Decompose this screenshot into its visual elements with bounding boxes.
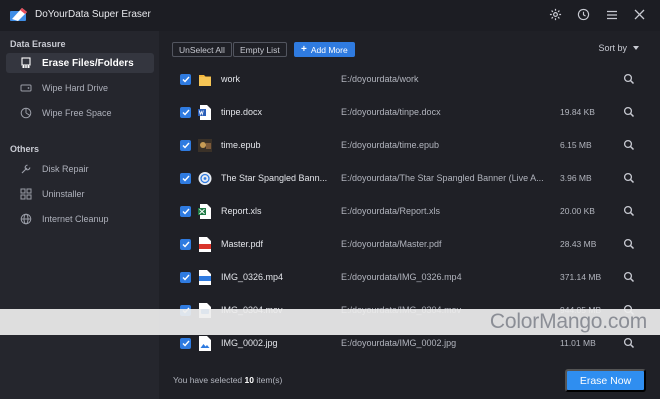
title-bar: DoYourData Super Eraser xyxy=(0,0,660,31)
selected-suffix: item(s) xyxy=(256,375,283,385)
file-path: E:/doyourdata/tinpe.docx xyxy=(341,107,441,117)
search-icon[interactable] xyxy=(623,172,635,184)
file-name: Master.pdf xyxy=(221,239,264,249)
file-path: E:/doyourdata/work xyxy=(341,74,419,84)
globe-icon xyxy=(20,213,32,225)
sidebar-item-wipe-hard-drive[interactable]: Wipe Hard Drive xyxy=(6,78,154,98)
eraser-icon xyxy=(20,57,32,69)
sidebar-item-disk-repair[interactable]: Disk Repair xyxy=(6,159,154,179)
file-row[interactable]: The Star Spangled Bann... E:/doyourdata/… xyxy=(170,163,656,196)
file-checkbox[interactable] xyxy=(180,173,191,184)
sidebar-heading-data-erasure: Data Erasure xyxy=(10,39,66,49)
file-name: IMG_0326.mp4 xyxy=(221,272,284,282)
file-name: tinpe.docx xyxy=(221,107,263,117)
watermark-banner: ColorMango.com xyxy=(0,309,660,335)
wrench-icon xyxy=(20,163,32,175)
file-name: IMG_0002.jpg xyxy=(221,338,278,348)
file-path: E:/doyourdata/IMG_0326.mp4 xyxy=(341,272,462,282)
sidebar-item-label: Uninstaller xyxy=(42,189,85,199)
app-window: DoYourData Super Eraser Data Erasure Era… xyxy=(0,0,660,399)
sidebar-item-wipe-free-space[interactable]: Wipe Free Space xyxy=(6,103,154,123)
pie-icon xyxy=(20,107,32,119)
file-path: E:/doyourdata/time.epub xyxy=(341,140,440,150)
app-logo-icon xyxy=(10,8,27,21)
file-checkbox[interactable] xyxy=(180,239,191,250)
file-name: work xyxy=(221,74,241,84)
main-panel: UnSelect All Empty List + Add More Sort … xyxy=(159,31,660,399)
hard-drive-icon xyxy=(20,82,32,94)
gear-icon[interactable] xyxy=(547,6,564,23)
file-size: 19.84 KB xyxy=(560,107,595,117)
file-size: 20.00 KB xyxy=(560,206,595,216)
sidebar-item-label: Disk Repair xyxy=(42,164,89,174)
epub-icon xyxy=(198,139,212,152)
menu-icon[interactable] xyxy=(603,6,620,23)
sort-by-label: Sort by xyxy=(598,43,627,53)
file-row[interactable]: Report.xls E:/doyourdata/Report.xls 20.0… xyxy=(170,196,656,229)
file-path: E:/doyourdata/IMG_0002.jpg xyxy=(341,338,457,348)
sidebar-item-label: Wipe Free Space xyxy=(42,108,112,118)
file-checkbox[interactable] xyxy=(180,107,191,118)
search-icon[interactable] xyxy=(623,205,635,217)
search-icon[interactable] xyxy=(623,139,635,151)
search-icon[interactable] xyxy=(623,238,635,250)
grid-icon xyxy=(20,188,32,200)
file-size: 11.01 MB xyxy=(560,338,596,348)
search-icon[interactable] xyxy=(623,271,635,283)
file-row[interactable]: IMG_0326.mp4 E:/doyourdata/IMG_0326.mp4 … xyxy=(170,262,656,295)
file-row[interactable]: tinpe.docx E:/doyourdata/tinpe.docx 19.8… xyxy=(170,97,656,130)
file-path: E:/doyourdata/Master.pdf xyxy=(341,239,442,249)
add-more-button[interactable]: + Add More xyxy=(294,42,355,57)
selected-prefix: You have selected xyxy=(173,375,243,385)
sort-by-dropdown[interactable]: Sort by xyxy=(598,43,639,53)
watermark-text: ColorMango.com xyxy=(489,310,647,333)
selection-summary: You have selected 10 item(s) xyxy=(173,375,282,385)
file-checkbox[interactable] xyxy=(180,338,191,349)
word-icon xyxy=(198,105,211,120)
file-name: Report.xls xyxy=(221,206,262,216)
pdf-icon xyxy=(199,237,211,252)
file-path: E:/doyourdata/The Star Spangled Banner (… xyxy=(341,173,544,183)
file-name: time.epub xyxy=(221,140,261,150)
file-checkbox[interactable] xyxy=(180,206,191,217)
sidebar-item-label: Erase Files/Folders xyxy=(42,57,134,69)
add-more-label: Add More xyxy=(310,44,348,55)
search-icon[interactable] xyxy=(623,73,635,85)
file-row[interactable]: time.epub E:/doyourdata/time.epub 6.15 M… xyxy=(170,130,656,163)
file-path: E:/doyourdata/Report.xls xyxy=(341,206,441,216)
file-checkbox[interactable] xyxy=(180,74,191,85)
erase-now-button[interactable]: Erase Now xyxy=(565,369,646,392)
file-size: 3.96 MB xyxy=(560,173,592,183)
search-icon[interactable] xyxy=(623,106,635,118)
sidebar-item-label: Wipe Hard Drive xyxy=(42,83,109,93)
close-icon[interactable] xyxy=(631,6,648,23)
app-title: DoYourData Super Eraser xyxy=(35,9,151,20)
file-checkbox[interactable] xyxy=(180,140,191,151)
image-icon xyxy=(199,336,211,351)
sidebar-heading-others: Others xyxy=(10,144,40,154)
file-name: The Star Spangled Bann... xyxy=(221,173,328,183)
unselect-all-button[interactable]: UnSelect All xyxy=(172,42,232,57)
caret-down-icon xyxy=(633,46,639,50)
sidebar: Data Erasure Erase Files/Folders Wipe Ha… xyxy=(0,31,159,399)
history-icon[interactable] xyxy=(575,6,592,23)
selected-count: 10 xyxy=(244,375,255,385)
empty-list-button[interactable]: Empty List xyxy=(233,42,287,57)
file-row[interactable]: work E:/doyourdata/work xyxy=(170,64,656,97)
plus-icon: + xyxy=(301,44,307,55)
file-size: 28.43 MB xyxy=(560,239,597,249)
sidebar-item-internet-cleanup[interactable]: Internet Cleanup xyxy=(6,209,154,229)
file-checkbox[interactable] xyxy=(180,272,191,283)
file-size: 371.14 MB xyxy=(560,272,602,282)
audio-icon xyxy=(198,172,212,185)
file-row[interactable]: Master.pdf E:/doyourdata/Master.pdf 28.4… xyxy=(170,229,656,262)
excel-icon xyxy=(198,204,211,219)
sidebar-item-uninstaller[interactable]: Uninstaller xyxy=(6,184,154,204)
folder-icon xyxy=(199,75,211,86)
sidebar-item-erase-files[interactable]: Erase Files/Folders xyxy=(6,53,154,73)
sidebar-item-label: Internet Cleanup xyxy=(42,214,109,224)
mp4-icon xyxy=(199,270,211,285)
file-size: 6.15 MB xyxy=(560,140,592,150)
search-icon[interactable] xyxy=(623,337,635,349)
